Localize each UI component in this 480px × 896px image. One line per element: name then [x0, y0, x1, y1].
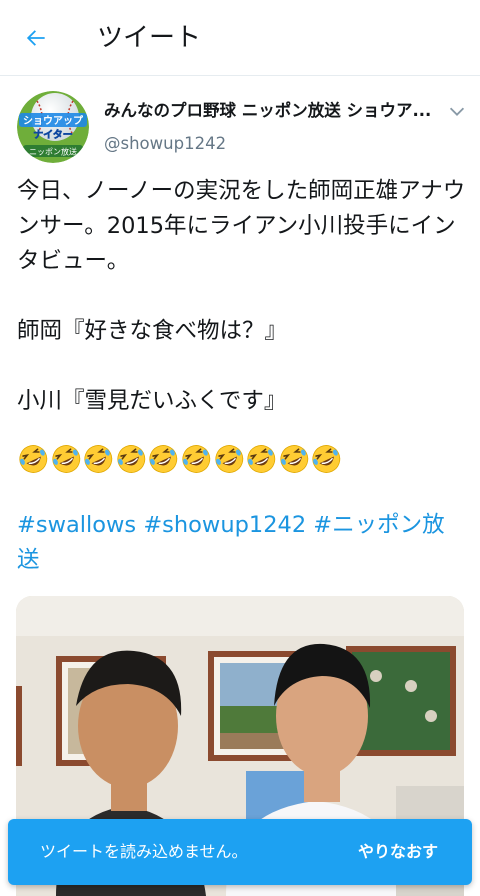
rolling-on-the-floor-laughing-icon	[247, 445, 276, 473]
top-bar: ツイート	[0, 0, 480, 76]
rolling-on-the-floor-laughing-icon	[84, 445, 113, 473]
avatar[interactable]: ショウアップ ナイター ニッポン放送	[17, 91, 89, 163]
tweet-line: 今日、ノーノーの実況をした師岡正雄アナウンサー。2015年にライアン小川投手にイ…	[17, 178, 466, 274]
tweet-line: 師岡『好きな食べ物は？』	[17, 318, 288, 344]
hashtags: #swallows #showup1242 #ニッポン放送	[17, 508, 467, 578]
page-title: ツイート	[97, 23, 202, 53]
hashtag-link[interactable]: #swallows	[17, 512, 136, 538]
chevron-down-icon	[449, 107, 465, 116]
rolling-on-the-floor-laughing-icon	[51, 445, 80, 473]
rolling-on-the-floor-laughing-icon	[214, 445, 243, 473]
error-toast: ツイートを読み込めません。 やりなおす	[8, 819, 472, 885]
hashtag-link[interactable]: #showup1242	[143, 512, 306, 538]
svg-text:ニッポン放送: ニッポン放送	[29, 147, 77, 157]
display-name[interactable]: みんなのプロ野球 ニッポン放送 ショウア...	[104, 99, 434, 123]
rolling-on-the-floor-laughing-icon	[117, 445, 145, 473]
arrow-left-icon	[26, 30, 45, 46]
toast-message: ツイートを読み込めません。	[40, 842, 248, 861]
svg-text:ショウアップ: ショウアップ	[23, 114, 84, 127]
user-handle[interactable]: @showup1242	[104, 132, 226, 156]
rolling-on-the-floor-laughing-icon	[280, 445, 308, 473]
emoji-row	[17, 443, 343, 475]
svg-text:ナイター: ナイター	[33, 129, 73, 141]
back-button[interactable]	[20, 22, 52, 54]
rolling-on-the-floor-laughing-icon	[182, 445, 211, 473]
rolling-on-the-floor-laughing-icon	[312, 445, 341, 473]
tweet-line: 小川『雪見だいふくです』	[17, 388, 287, 414]
retry-button[interactable]: やりなおす	[358, 840, 438, 864]
rolling-on-the-floor-laughing-icon	[19, 445, 48, 473]
tweet-text: 今日、ノーノーの実況をした師岡正雄アナウンサー。2015年にライアン小川投手にイ…	[17, 174, 467, 419]
rolling-on-the-floor-laughing-icon	[149, 445, 178, 473]
more-options-button[interactable]	[446, 100, 468, 122]
